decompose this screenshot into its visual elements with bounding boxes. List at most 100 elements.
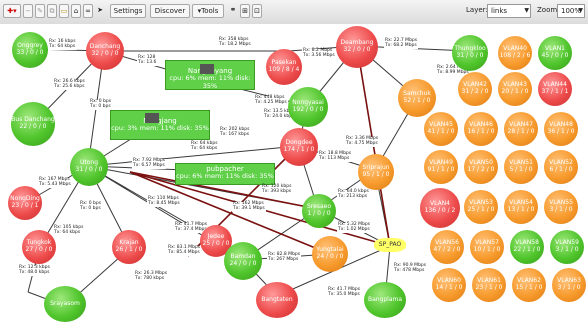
link-tx: Tx: 85.4 Mbps [168,249,200,255]
node-count: 15 / 1 / 0 [515,284,543,291]
vlan-node[interactable]: VLAN63 3 / 1 / 0 [552,268,586,302]
link-label: Rx: 128 Tx: 13.6 [137,55,158,66]
vlan-node[interactable]: VLAN4 136 / 0 / 2 [420,188,460,228]
chevron-down-icon: ▼ [524,7,529,14]
layer-select[interactable]: links ▼ [487,4,531,18]
link-tx: Tx: 25.6 kbps [54,83,85,89]
node-count: 174 / 1 / 0 [283,146,315,153]
vlan-node[interactable]: VLAN58 22 / 1 / 0 [510,230,544,264]
link-tx: Tx: 39.1 Mbps [233,205,265,211]
device-node-bus-danchang[interactable]: Bus Danchang 22 / 0 / 0 [11,102,55,146]
vlan-node[interactable]: VLAN61 23 / 1 / 0 [472,268,506,302]
link-label: Rx: 7.92 Mbps Tx: 6.57 Mbps [132,158,167,169]
add-icon[interactable]: ✚▾ [3,4,21,18]
vlan-node[interactable]: VLAN62 15 / 1 / 0 [512,268,546,302]
copy-icon[interactable]: ⧉ [47,4,57,18]
device-node-tungkok[interactable]: Tungkok 27 / 0 / 0 [22,230,56,264]
device-node-nongyasai[interactable]: Nongyasai 192 / 0 / 0 [288,87,328,127]
node-count: 5 / 1 / 0 [509,166,533,173]
link-label: Rx: 64 kbps Tx: 64 kbps [190,141,219,152]
link-label: Rx: 22.7 Mbps Tx: 68.2 Mbps [384,38,419,49]
link-label: Rx: 105 kbps Tx: 64 kbps [53,225,85,236]
node-count: 27 / 0 / 0 [25,246,53,253]
layer-value: links [491,7,508,15]
lock-icon[interactable]: ⌂ [71,4,81,18]
vlan-node[interactable]: VLAN57 10 / 1 / 0 [470,230,504,264]
folder-icon[interactable]: ▭ [59,4,69,18]
tools-button[interactable]: ▾Tools [192,4,224,18]
vlan-node[interactable]: VLAN43 20 / 1 / 0 [498,72,532,106]
link-tx: Tx: 18.2 Mbps [219,41,251,47]
toolbar: ✚▾ − ✎ ⧉ ▭ ⌂ ∞ ➤ Settings Discover ▾Tool… [0,0,588,25]
zoom-fit-icon[interactable]: ⊞ [240,4,250,18]
vlan-node[interactable]: VLAN53 25 / 1 / 0 [464,190,498,224]
node-count: 23 / 0 / 1 [11,202,39,209]
device-node-sriprajun[interactable]: Sriprajun 95 / 1 / 0 [358,154,394,190]
router-box[interactable]: Nangjang cpu: 3% mem: 11% disk: 35% [110,110,210,140]
node-count: 32 / 0 / 0 [91,50,119,57]
node-count: 91 / 1 / 0 [427,166,455,173]
node-count: 33 / 0 / 0 [16,49,44,56]
link-label: Rx: 26.6 kbps Tx: 25.6 kbps [53,79,86,90]
device-node-dongdee[interactable]: Dongdee 174 / 1 / 0 [280,128,318,166]
device-node-bangplama[interactable]: Bangplama [364,282,406,318]
link-label: Rx: 90.9 Mbps Tx: 478 Mbps [393,263,428,274]
link-tx: Tx: 0 bps [80,205,101,211]
device-node-sresaeo[interactable]: Sresaeo 1 / 0 / 0 [302,194,336,228]
node-count: 3 / 1 / 0 [557,284,581,291]
vlan-node[interactable]: VLAN48 36 / 1 / 0 [544,112,578,146]
zoom-select[interactable]: 100% ▼ [557,4,585,18]
vlan-node[interactable]: VLAN54 13 / 1 / 0 [504,190,538,224]
router-stats: cpu: 6% mem: 11% disk: 35% [176,172,274,181]
vlan-node[interactable]: VLAN40 108 / 2 / 6 [498,36,532,70]
vlan-node[interactable]: VLAN50 17 / 2 / 0 [464,150,498,184]
link-label: Rx: 8.2 Mbps Tx: 3.56 Mbps [302,48,336,59]
vlan-node[interactable]: VLAN44 37 / 1 / 1 [538,72,572,106]
link-icon[interactable]: ∞ [83,4,93,18]
vlan-node[interactable]: VLAN60 14 / 1 / 0 [432,268,466,302]
map-canvas[interactable]: Nangeoyang cpu: 6% mem: 11% disk: 35% Na… [0,24,588,322]
vlan-node[interactable]: VLAN51 5 / 1 / 0 [504,150,538,184]
device-node-nongding[interactable]: NongDing 23 / 0 / 1 [8,186,42,220]
vlan-node[interactable]: VLAN46 16 / 1 / 0 [464,112,498,146]
device-node-utong[interactable]: Utong 31 / 0 / 0 [70,148,108,186]
device-node-bamdan[interactable]: Bamdan 24 / 0 / 0 [224,242,262,280]
device-node-danchang[interactable]: Danchang 32 / 0 / 0 [86,32,124,70]
link-tx: Tx: 48.0 kbps [19,269,50,275]
discover-button[interactable]: Discover [150,4,190,18]
vlan-node[interactable]: VLAN45 41 / 1 / 0 [424,112,458,146]
vlan-node[interactable]: VLAN52 6 / 1 / 0 [544,150,578,184]
device-node-srayasom[interactable]: Srayasom [44,286,86,322]
device-node-krajan[interactable]: Krajan 26 / 1 / 0 [112,230,146,264]
edit-icon[interactable]: ✎ [35,4,45,18]
router-box[interactable]: pubpacher cpu: 6% mem: 11% disk: 35% [175,163,275,185]
link-label: Rx: 358 kbps Tx: 18.2 Mbps [218,37,252,48]
device-node-sp-pao[interactable]: SP_PAO [374,238,406,252]
vlan-node[interactable]: VLAN47 28 / 1 / 0 [504,112,538,146]
vlan-node[interactable]: VLAN59 3 / 1 / 0 [550,230,584,264]
binoculars-icon[interactable]: ⚭ [227,4,239,18]
node-name: Bangtaten [261,295,293,303]
remove-icon[interactable]: − [23,4,33,18]
zoom-reset-icon[interactable]: ⊡ [252,4,262,18]
vlan-node[interactable]: VLAN55 3 / 1 / 0 [544,190,578,224]
settings-button[interactable]: Settings [110,4,146,18]
link-tx: Tx: 267 Mbps [268,256,299,262]
device-node-samchuk[interactable]: Samchuk 52 / 1 / 0 [398,79,436,117]
pointer-icon[interactable]: ➤ [95,4,105,18]
device-node-onggrey[interactable]: Onggrey 33 / 0 / 0 [12,32,48,68]
node-count: 109 / 8 / 4 [268,66,300,73]
device-node-bangtaten[interactable]: Bangtaten [256,282,298,318]
device-node-yungtalai[interactable]: Yungtalai 24 / 0 / 0 [312,236,348,272]
vlan-node[interactable]: VLAN42 31 / 2 / 0 [458,72,492,106]
vlan-node[interactable]: VLAN1 45 / 0 / 0 [538,36,572,70]
link-tx: Tx: 6.57 Mbps [133,162,165,168]
link-tx: Tx: 4.75 Mbps [346,140,378,146]
device-node-thungkloo[interactable]: Thungkloo 31 / 0 / 0 [452,35,488,71]
vlan-node[interactable]: VLAN56 47 / 2 / 0 [430,230,464,264]
device-node-deambang[interactable]: Deambang 32 / 0 / 0 [336,26,378,68]
vlan-node[interactable]: VLAN49 91 / 1 / 0 [424,150,458,184]
link-tx: Tx: 167 kbps [220,131,250,137]
device-node-pasekan[interactable]: Pasekan 109 / 8 / 4 [266,49,302,85]
link-tx: Tx: 113 Mbps [319,155,350,161]
